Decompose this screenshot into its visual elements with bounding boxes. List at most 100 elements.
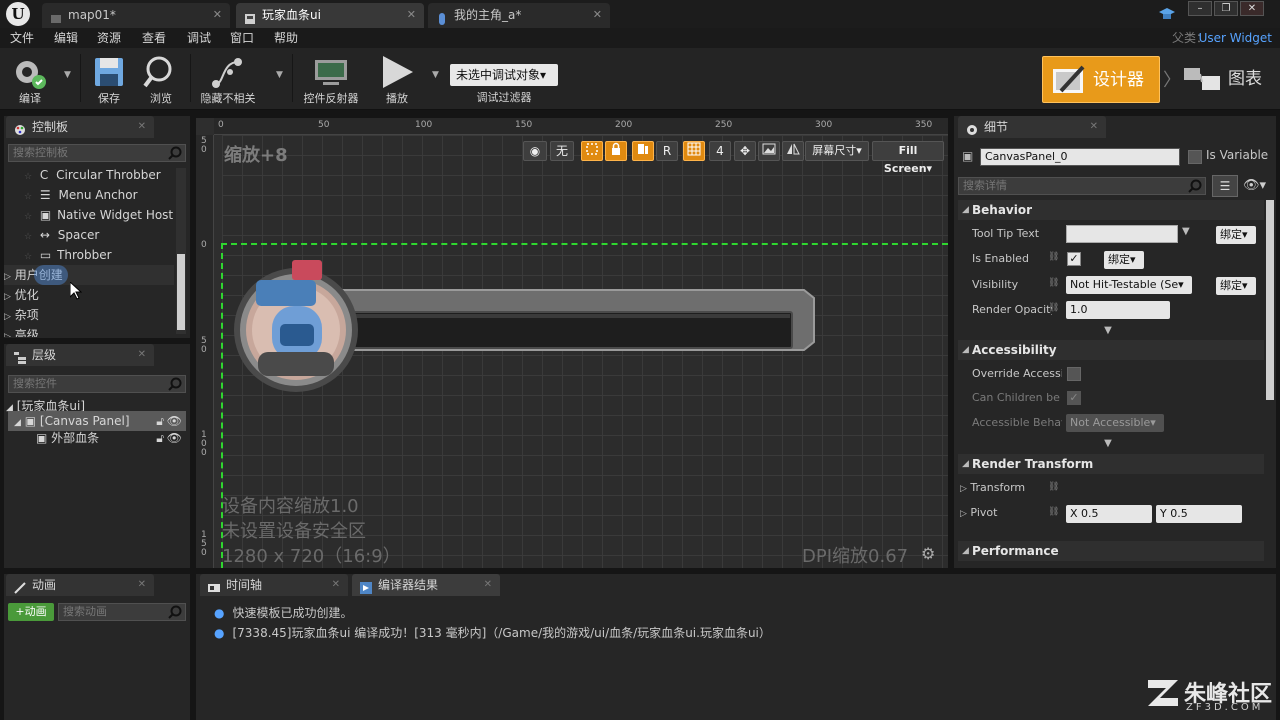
widget-reflector-button[interactable]: 控件反射器	[298, 50, 364, 108]
menu-edit[interactable]: 编辑	[54, 28, 78, 48]
section-accessibility[interactable]: ◢ Accessibility	[958, 340, 1264, 360]
close-icon[interactable]: ✕	[138, 116, 146, 138]
graduation-cap-icon[interactable]	[1158, 5, 1176, 23]
outline-toggle-button[interactable]	[581, 141, 603, 161]
menu-file[interactable]: 文件	[10, 28, 34, 48]
close-window-button[interactable]: ✕	[1240, 1, 1264, 16]
section-render-transform[interactable]: ◢ Render Transform	[958, 454, 1264, 474]
palette-category-optimization[interactable]: ▷ 优化	[4, 285, 39, 305]
palette-item-spacer[interactable]: ☆ ↔ Spacer	[24, 225, 99, 245]
tab-palette[interactable]: 控制板 ✕	[6, 116, 154, 138]
image-preview-button[interactable]	[758, 141, 780, 161]
section-behavior[interactable]: ◢ Behavior	[958, 200, 1264, 220]
widget-name-input[interactable]: CanvasPanel_0	[980, 148, 1180, 166]
reset-render-button[interactable]: R	[656, 141, 678, 161]
visibility-filter-eye-icon[interactable]: 👁︎▾	[1243, 178, 1266, 193]
designer-mode-button[interactable]: 设计器	[1042, 56, 1160, 103]
palette-item-menu-anchor[interactable]: ☆ ☰ Menu Anchor	[24, 185, 138, 205]
close-icon[interactable]: ✕	[484, 574, 492, 596]
tab-player-health-ui[interactable]: 玩家血条ui ✕	[236, 3, 424, 28]
tab-my-hero[interactable]: 我的主角_a* ✕	[428, 3, 610, 28]
override-accessible-checkbox[interactable]	[1067, 367, 1081, 381]
dpi-settings-gear-icon[interactable]: ⚙	[921, 544, 935, 563]
menu-debug[interactable]: 调试	[187, 28, 211, 48]
transform-mode-button[interactable]: ✥	[734, 141, 756, 161]
close-icon[interactable]: ✕	[138, 344, 146, 366]
property-matrix-button[interactable]: ☰	[1212, 175, 1238, 197]
palette-category-user-created[interactable]: ▷ 用户创建	[4, 265, 174, 285]
tab-timeline[interactable]: 时间轴 ✕	[200, 574, 348, 596]
transform-label[interactable]: ▷ Transform	[960, 477, 1050, 499]
visibility-bind-button[interactable]: 绑定▾	[1216, 277, 1256, 295]
palette-item-native-widget-host[interactable]: ☆ ▣ Native Widget Host	[24, 205, 173, 225]
close-icon[interactable]: ✕	[213, 3, 222, 27]
localization-preview-button[interactable]: ◉	[523, 141, 547, 161]
section-performance[interactable]: ◢ Performance	[958, 541, 1264, 561]
palette-item-throbber[interactable]: ☆ ▭ Throbber	[24, 245, 112, 265]
palette-category-advanced[interactable]: ▷ 高级	[4, 325, 39, 337]
compile-button[interactable]: 编译	[4, 50, 56, 108]
advanced-expand-arrow-icon[interactable]: ▼	[1100, 325, 1116, 336]
tab-details[interactable]: 细节 ✕	[958, 116, 1106, 138]
graph-mode-button[interactable]: 图表	[1180, 56, 1270, 103]
close-icon[interactable]: ✕	[407, 3, 416, 27]
save-button[interactable]: 保存	[88, 50, 130, 108]
details-scrollbar-thumb[interactable]	[1266, 200, 1274, 400]
is-enabled-bind-button[interactable]: 绑定▾	[1104, 251, 1144, 269]
menu-window[interactable]: 窗口	[230, 28, 254, 48]
tab-hierarchy[interactable]: 层级 ✕	[6, 344, 154, 366]
menu-assets[interactable]: 资源	[97, 28, 121, 48]
menu-help[interactable]: 帮助	[274, 28, 298, 48]
play-options-arrow[interactable]: ▼	[432, 70, 439, 80]
render-opacity-input[interactable]: 1.0	[1066, 301, 1170, 319]
compile-options-arrow[interactable]: ▼	[64, 70, 71, 80]
add-animation-button[interactable]: +动画	[8, 603, 54, 621]
minimize-button[interactable]: –	[1188, 1, 1212, 16]
grid-snap-value[interactable]: 4	[709, 141, 731, 161]
hide-unrelated-options-arrow[interactable]: ▼	[276, 70, 283, 80]
tooltip-text-input[interactable]	[1066, 225, 1178, 243]
lock-icon[interactable]: 🔓︎	[156, 428, 164, 448]
is-variable-checkbox[interactable]	[1188, 150, 1202, 164]
tooltip-bind-button[interactable]: 绑定▾	[1216, 226, 1256, 244]
tooltip-dropdown-arrow[interactable]: ▼	[1182, 226, 1190, 237]
hide-unrelated-button[interactable]: 隐藏不相关	[196, 50, 260, 108]
visibility-dropdown[interactable]: Not Hit-Testable (Se▾	[1066, 276, 1192, 294]
advanced-expand-arrow-icon[interactable]: ▼	[1100, 438, 1116, 449]
eye-icon[interactable]: 👁︎	[167, 428, 182, 448]
mirror-toggle-button[interactable]	[782, 141, 804, 161]
close-icon[interactable]: ✕	[1090, 116, 1098, 138]
hierarchy-search-input[interactable]: 搜索控件	[8, 375, 186, 393]
palette-scrollbar[interactable]	[176, 168, 186, 334]
animation-search-input[interactable]: 搜索动画	[58, 603, 186, 621]
scrollbar-thumb[interactable]	[177, 254, 185, 330]
details-search-input[interactable]: 搜索详情	[958, 177, 1206, 195]
maximize-button[interactable]: ❐	[1214, 1, 1238, 16]
hierarchy-outer-health-bar[interactable]: ▣ 外部血条 🔓︎ 👁︎	[8, 428, 186, 448]
health-bar-widget-preview[interactable]	[232, 254, 816, 394]
lock-toggle-button[interactable]	[605, 141, 627, 161]
preview-culture-none-button[interactable]: 无	[550, 141, 574, 161]
play-button[interactable]: 播放	[372, 50, 422, 108]
pivot-x-input[interactable]: X 0.5	[1066, 505, 1152, 523]
menu-view[interactable]: 查看	[142, 28, 166, 48]
fill-screen-dropdown[interactable]: Fill Screen▾	[872, 141, 944, 175]
tab-animations[interactable]: 动画 ✕	[6, 574, 154, 596]
tab-compiler-results[interactable]: 编译器结果 ✕	[352, 574, 500, 596]
close-icon[interactable]: ✕	[332, 574, 340, 596]
palette-search-input[interactable]: 搜索控制板	[8, 144, 186, 162]
grid-snap-toggle[interactable]	[683, 141, 705, 161]
respect-locks-button[interactable]	[632, 141, 654, 161]
close-icon[interactable]: ✕	[593, 3, 602, 27]
is-enabled-checkbox[interactable]: ✓	[1067, 252, 1081, 266]
screen-size-dropdown[interactable]: 屏幕尺寸▾	[805, 141, 869, 161]
pivot-label[interactable]: ▷ Pivot	[960, 502, 1040, 524]
close-icon[interactable]: ✕	[138, 574, 146, 596]
pivot-y-input[interactable]: Y 0.5	[1156, 505, 1242, 523]
parent-class-link[interactable]: User Widget	[1199, 28, 1272, 48]
tab-map01[interactable]: map01* ✕	[42, 3, 230, 28]
debug-object-dropdown[interactable]: 未选中调试对象▾	[450, 64, 558, 86]
browse-button[interactable]: 浏览	[138, 50, 184, 108]
palette-category-misc[interactable]: ▷ 杂项	[4, 305, 39, 325]
palette-item-circular-throbber[interactable]: ☆ C Circular Throbber	[24, 165, 161, 185]
